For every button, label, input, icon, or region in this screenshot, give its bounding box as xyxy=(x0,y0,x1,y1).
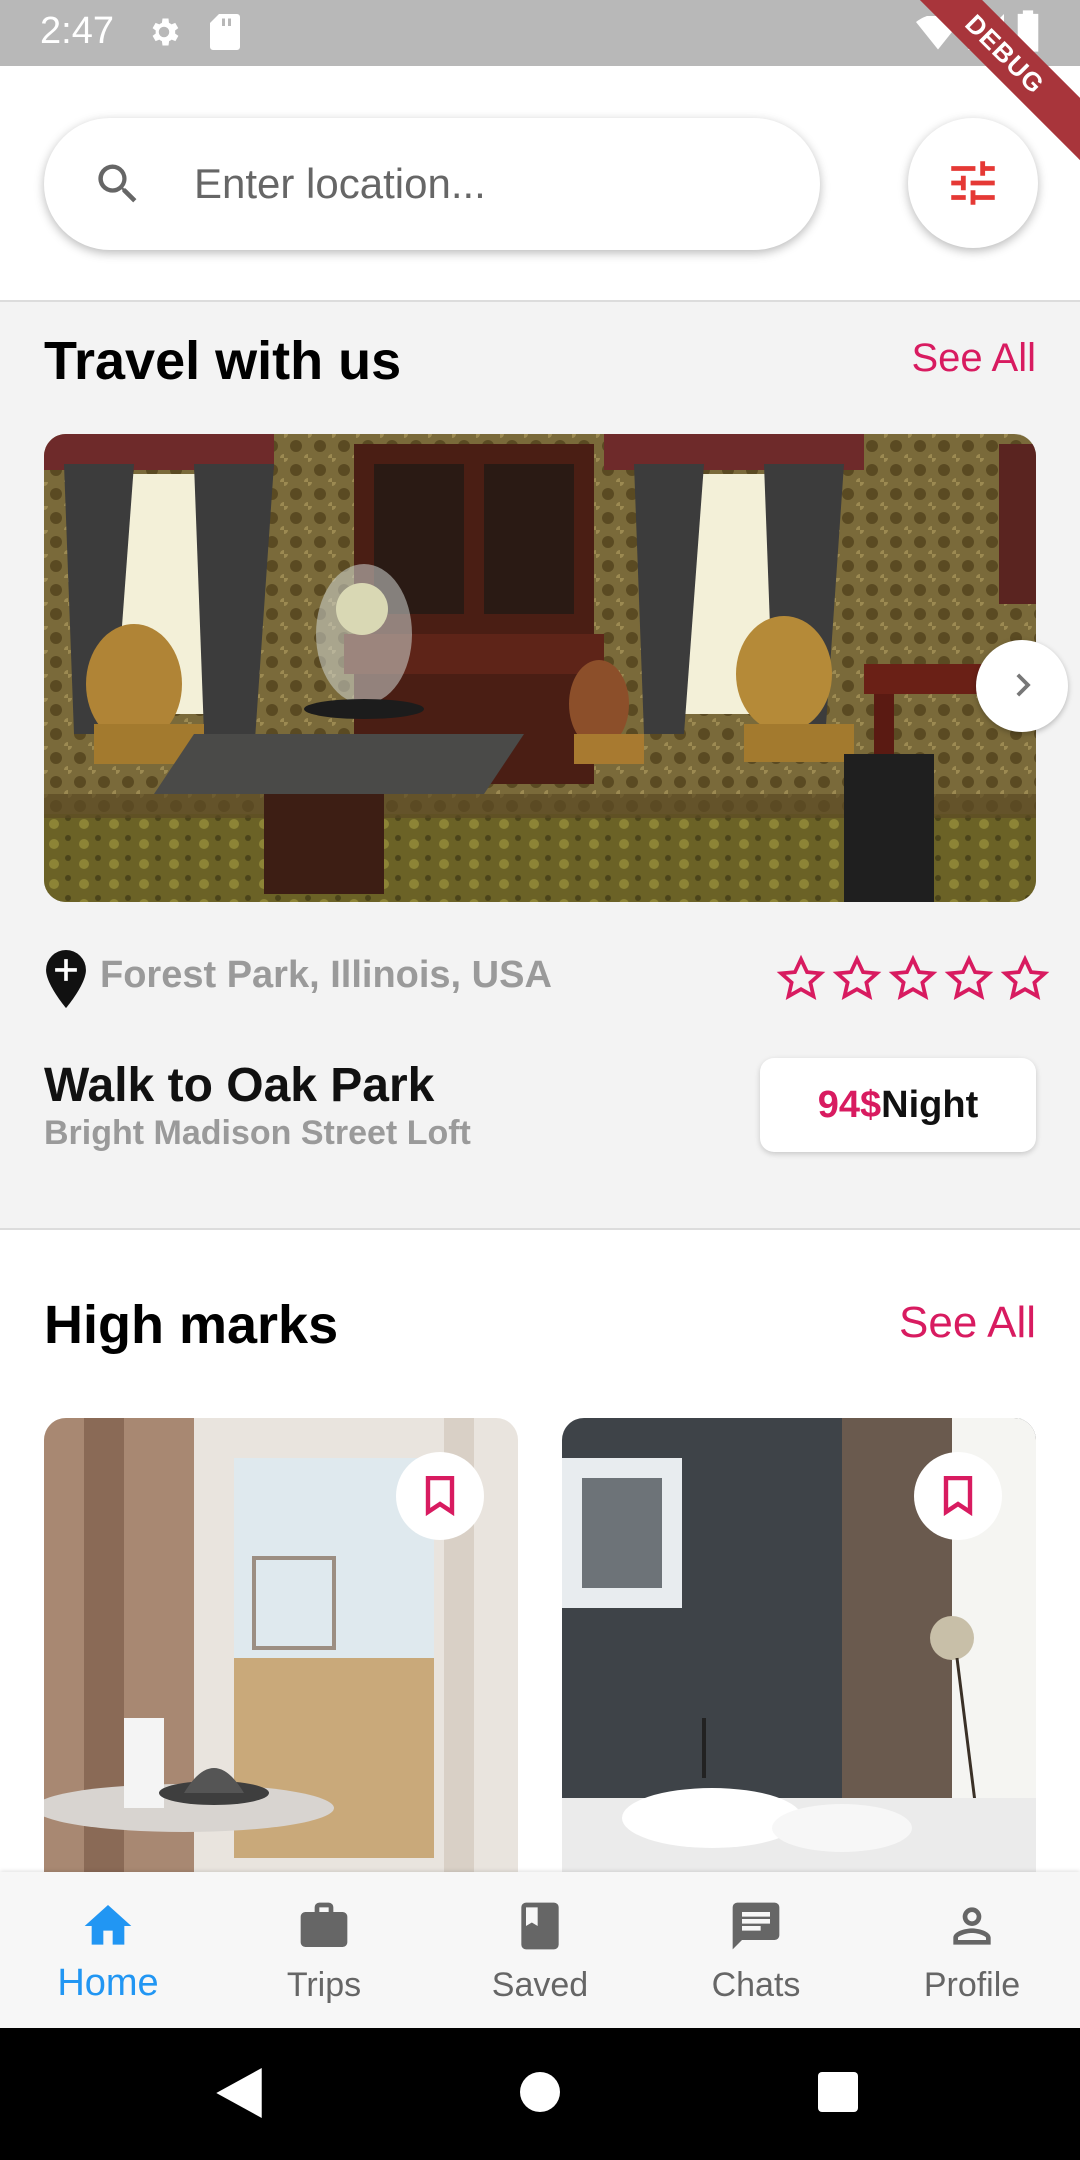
back-icon[interactable] xyxy=(216,2068,262,2118)
bottom-navigation: Home Trips Saved Chats Profile xyxy=(0,1872,1080,2028)
recents-icon[interactable] xyxy=(818,2072,858,2112)
price-amount: 94$ xyxy=(817,1084,882,1126)
home-circle-icon[interactable] xyxy=(520,2072,560,2112)
bookmark-icon xyxy=(425,1476,455,1516)
listing-title: Walk to Oak Park xyxy=(44,1059,435,1112)
nav-item-profile[interactable]: Profile xyxy=(864,1872,1080,2028)
section-title-travel: Travel with us xyxy=(44,331,402,391)
see-all-high-marks-link[interactable]: See All xyxy=(899,1298,1036,1348)
carousel-next-button[interactable] xyxy=(976,640,1068,732)
chat-icon xyxy=(732,1902,780,1950)
bookmark-icon xyxy=(943,1476,973,1516)
chevron-right-icon xyxy=(1016,673,1031,697)
vintage-parlor-photo xyxy=(44,434,1036,902)
add-location-icon xyxy=(46,950,86,1008)
travel-section: Travel with us See All Forest Park, Illi… xyxy=(0,302,1080,1230)
filter-button[interactable] xyxy=(908,118,1038,248)
tune-icon xyxy=(951,161,995,205)
search-icon xyxy=(98,164,137,203)
price-unit: Night xyxy=(881,1084,979,1126)
nav-label-profile: Profile xyxy=(923,1966,1021,2004)
star-outline-icon[interactable] xyxy=(944,954,994,1004)
nav-label-home: Home xyxy=(57,1962,159,2004)
status-time: 2:47 xyxy=(40,10,114,52)
high-mark-card[interactable] xyxy=(44,1418,518,1872)
system-navigation-bar xyxy=(0,2028,1080,2160)
high-marks-section: High marks See All xyxy=(0,1232,1080,1872)
star-outline-icon[interactable] xyxy=(776,954,826,1004)
bookmark-button[interactable] xyxy=(914,1452,1002,1540)
book-icon xyxy=(521,1902,559,1950)
person-icon xyxy=(953,1907,991,1945)
nav-item-chats[interactable]: Chats xyxy=(648,1872,864,2028)
search-header xyxy=(0,66,1080,302)
listing-subtitle: Bright Madison Street Loft xyxy=(44,1114,471,1152)
nav-item-home[interactable]: Home xyxy=(0,1872,216,2028)
nav-label-saved: Saved xyxy=(491,1966,589,2004)
status-bar: 2:47 xyxy=(0,0,1080,66)
section-title-high-marks: High marks xyxy=(44,1295,339,1355)
briefcase-icon xyxy=(300,1902,348,1947)
nav-label-trips: Trips xyxy=(286,1966,362,2004)
sd-card-icon xyxy=(210,14,240,50)
listing-hero-image[interactable] xyxy=(44,434,1036,902)
nav-item-saved[interactable]: Saved xyxy=(432,1872,648,2028)
search-input[interactable] xyxy=(194,148,774,220)
home-icon xyxy=(84,1905,132,1945)
bookmark-button[interactable] xyxy=(396,1452,484,1540)
listing-location: Forest Park, Illinois, USA xyxy=(100,954,552,996)
nav-label-chats: Chats xyxy=(711,1966,801,2004)
settings-icon xyxy=(152,18,179,46)
high-mark-card[interactable] xyxy=(562,1418,1036,1872)
star-outline-icon[interactable] xyxy=(832,954,882,1004)
see-all-travel-link[interactable]: See All xyxy=(911,336,1036,381)
rating-stars[interactable] xyxy=(776,954,1050,1004)
star-outline-icon[interactable] xyxy=(1000,954,1050,1004)
nav-item-trips[interactable]: Trips xyxy=(216,1872,432,2028)
price-tag[interactable]: 94$Night xyxy=(760,1058,1036,1152)
star-outline-icon[interactable] xyxy=(888,954,938,1004)
search-bar[interactable] xyxy=(44,118,820,250)
